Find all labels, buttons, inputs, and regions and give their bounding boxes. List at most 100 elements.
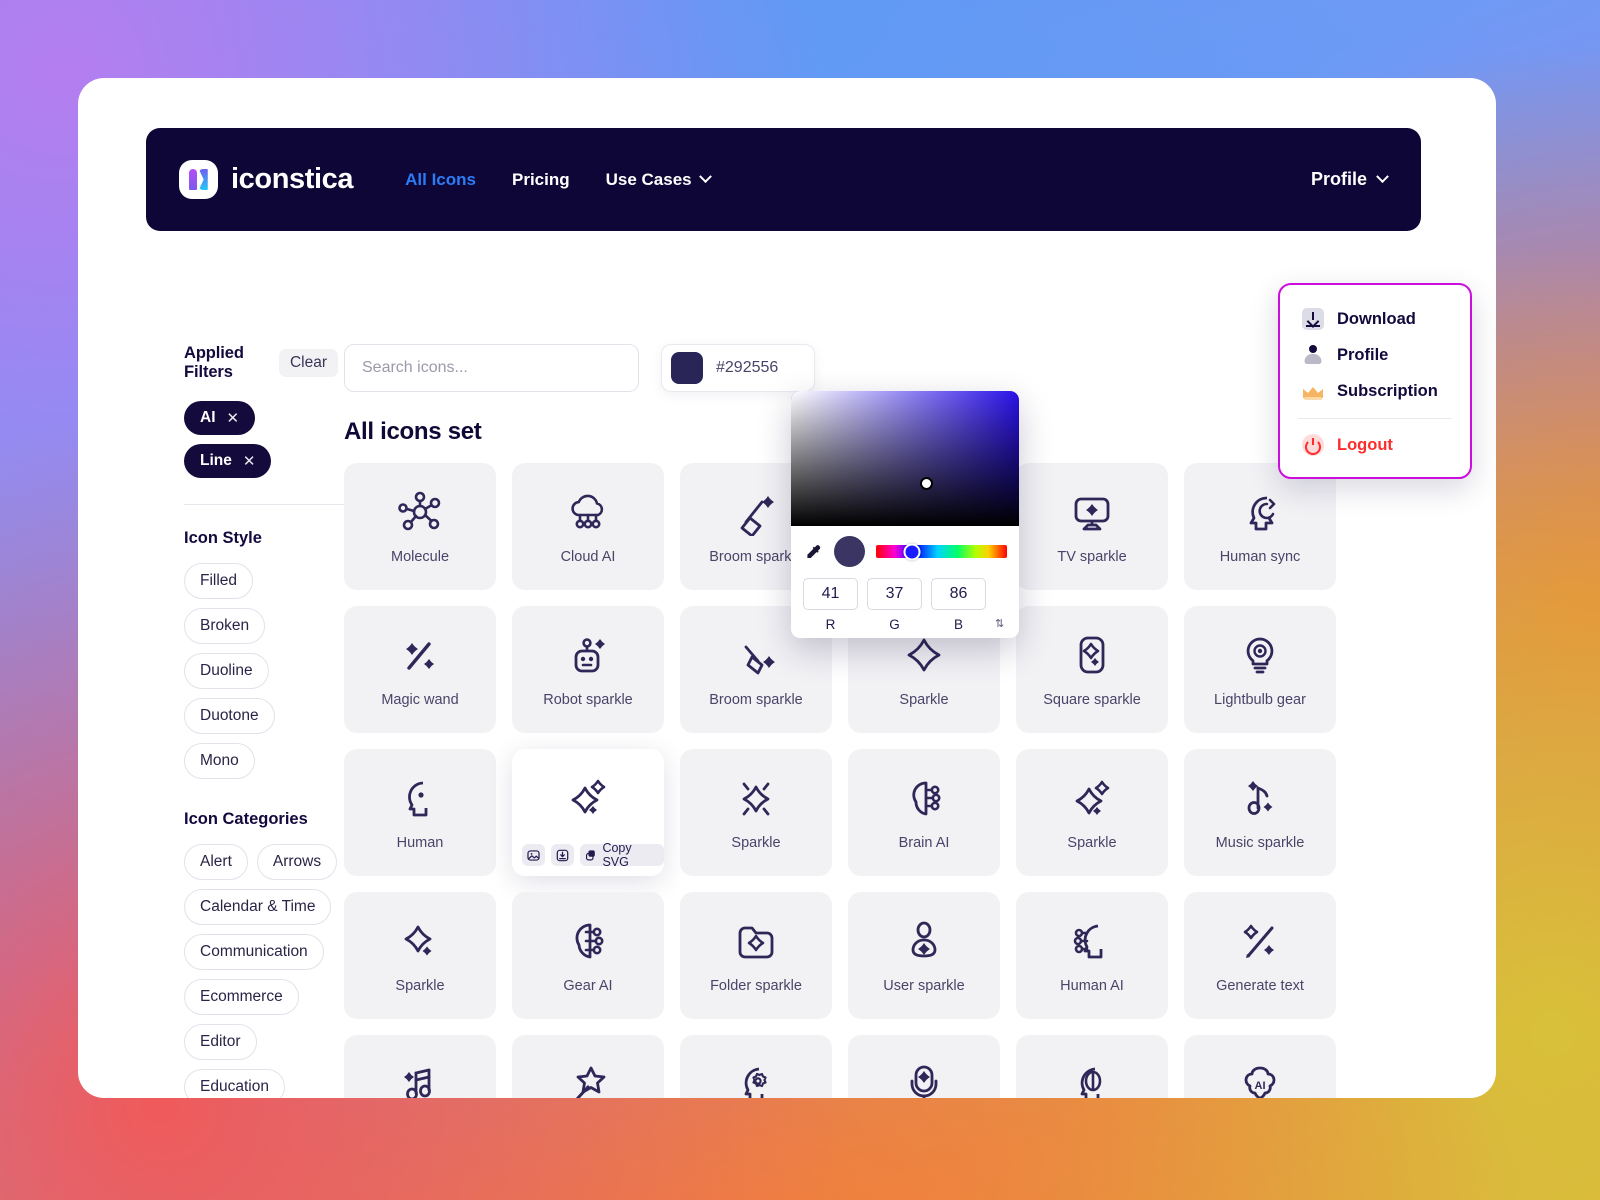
icon-card[interactable]: Human sync bbox=[1184, 463, 1336, 590]
icon-card[interactable]: Magic wand bbox=[512, 1035, 664, 1098]
robot-icon bbox=[574, 638, 605, 673]
icon-card[interactable]: AIBrain AI bbox=[1184, 1035, 1336, 1098]
icon-card-label: Lightbulb gear bbox=[1214, 692, 1306, 708]
nav-right: Profile bbox=[1310, 169, 1389, 190]
icon-card[interactable]: Molecule bbox=[344, 463, 496, 590]
icon-category-ecommerce[interactable]: Ecommerce bbox=[184, 979, 299, 1015]
icon-style-duotone[interactable]: Duotone bbox=[184, 698, 275, 734]
icon-card[interactable]: Square sparkle bbox=[1016, 606, 1168, 733]
icon-card[interactable]: Generate text bbox=[1184, 892, 1336, 1019]
close-icon[interactable]: ✕ bbox=[243, 452, 256, 470]
copy-svg-label: Copy SVG bbox=[602, 841, 632, 869]
chevron-down-icon bbox=[698, 170, 712, 184]
download-icon bbox=[1302, 308, 1324, 330]
icon-card[interactable]: Sparkle bbox=[1016, 749, 1168, 876]
profile-button[interactable]: Profile bbox=[1310, 169, 1389, 190]
blue-input[interactable]: 86 bbox=[931, 578, 986, 610]
icon-categories-title: Icon Categories bbox=[184, 810, 308, 828]
menu-item-subscription[interactable]: Subscription bbox=[1280, 373, 1470, 409]
human-ai-icon bbox=[1073, 924, 1103, 959]
human-sync-icon bbox=[1249, 496, 1276, 531]
clear-filters-button[interactable]: Clear bbox=[278, 349, 338, 377]
applied-filters-title: Applied Filters bbox=[184, 344, 244, 381]
icon-card[interactable]: Magic wand bbox=[344, 606, 496, 733]
search-input[interactable] bbox=[362, 359, 621, 377]
profile-button-label: Profile bbox=[1310, 169, 1367, 189]
menu-item-profile[interactable]: Profile bbox=[1280, 337, 1470, 373]
icon-card[interactable]: Sparkle bbox=[680, 749, 832, 876]
icon-card[interactable]: Human brain bbox=[1016, 1035, 1168, 1098]
icon-card[interactable]: Music sparkle bbox=[344, 1035, 496, 1098]
filter-chip-line[interactable]: Line ✕ bbox=[184, 444, 272, 478]
icon-card[interactable]: Human AI bbox=[1016, 892, 1168, 1019]
sparkle-dual-icon bbox=[571, 779, 606, 814]
bulb-gear-icon bbox=[1246, 637, 1274, 674]
human-icon bbox=[408, 781, 428, 817]
blue-label: B bbox=[953, 617, 963, 632]
broom-icon bbox=[740, 496, 774, 536]
hue-slider[interactable] bbox=[876, 543, 1007, 560]
nav-link-pricing[interactable]: Pricing bbox=[512, 170, 570, 190]
icon-style-broken[interactable]: Broken bbox=[184, 608, 266, 644]
icon-style-duoline[interactable]: Duoline bbox=[184, 653, 269, 689]
color-swatch[interactable] bbox=[671, 352, 703, 384]
icon-category-editor[interactable]: Editor bbox=[184, 1024, 257, 1060]
icon-card[interactable]: Gear AI bbox=[512, 892, 664, 1019]
color-field[interactable]: #292556 bbox=[661, 344, 815, 392]
icon-category-alert[interactable]: Alert bbox=[184, 844, 248, 880]
icon-card[interactable]: Brain AI bbox=[848, 749, 1000, 876]
icon-card[interactable]: Folder sparkle bbox=[680, 892, 832, 1019]
icon-card[interactable]: Lightbulb gear bbox=[1184, 606, 1336, 733]
icon-category-communication[interactable]: Communication bbox=[184, 934, 324, 970]
nav-links: All Icons Pricing Use Cases bbox=[405, 170, 712, 190]
icon-card[interactable]: User sparkle bbox=[848, 892, 1000, 1019]
icon-card-label: Gear AI bbox=[563, 978, 613, 994]
icon-card[interactable]: Music sparkle bbox=[1184, 749, 1336, 876]
preview-image-button[interactable] bbox=[522, 844, 545, 866]
profile-dropdown-menu: Download Profile Subscription Logout bbox=[1278, 283, 1472, 479]
icon-category-arrows[interactable]: Arrows bbox=[256, 844, 338, 880]
icon-card[interactable]: Robot sparkle bbox=[512, 606, 664, 733]
filter-chip-label: AI bbox=[200, 409, 216, 426]
saturation-handle[interactable] bbox=[920, 477, 933, 490]
filter-chip-ai[interactable]: AI ✕ bbox=[184, 401, 256, 435]
copy-svg-button[interactable]: Copy SVG bbox=[580, 841, 664, 869]
icon-card[interactable]: Microphone sparkle bbox=[848, 1035, 1000, 1098]
brain-ai-icon bbox=[912, 781, 941, 816]
icon-card[interactable]: Human gear bbox=[680, 1035, 832, 1098]
color-picker-controls: 41 R 37 G 86 B ⇅ bbox=[791, 526, 1019, 632]
sparkle-dual-icon bbox=[1075, 780, 1110, 815]
nav-link-all-icons[interactable]: All Icons bbox=[405, 170, 476, 190]
icon-card-label: Cloud AI bbox=[560, 549, 616, 565]
download-button[interactable] bbox=[551, 844, 574, 866]
color-picker-popup[interactable]: 41 R 37 G 86 B ⇅ bbox=[791, 391, 1019, 638]
hue-slider-handle[interactable] bbox=[903, 543, 921, 560]
icon-card-label: Square sparkle bbox=[1043, 692, 1141, 708]
icon-card[interactable]: TV sparkle bbox=[1016, 463, 1168, 590]
navbar: iconstica All Icons Pricing Use Cases Pr… bbox=[146, 128, 1421, 231]
close-icon[interactable]: ✕ bbox=[227, 409, 240, 427]
icon-card[interactable]: Sparkle Copy SV bbox=[512, 749, 664, 876]
icon-card[interactable]: Sparkle bbox=[344, 892, 496, 1019]
green-input[interactable]: 37 bbox=[867, 578, 922, 610]
icon-category-education[interactable]: Education bbox=[184, 1069, 285, 1098]
mic-icon bbox=[910, 1065, 938, 1098]
crown-icon bbox=[1302, 380, 1324, 402]
eyedropper-icon[interactable] bbox=[803, 542, 823, 562]
icon-card[interactable]: Human bbox=[344, 749, 496, 876]
menu-item-logout[interactable]: Logout bbox=[1280, 427, 1470, 463]
icon-style-filled[interactable]: Filled bbox=[184, 563, 254, 599]
search-box[interactable] bbox=[344, 344, 639, 392]
brand-logo[interactable]: iconstica bbox=[179, 160, 354, 199]
red-input[interactable]: 41 bbox=[803, 578, 858, 610]
menu-item-download[interactable]: Download bbox=[1280, 301, 1470, 337]
icon-style-options: Filled Broken Duoline Duotone Mono bbox=[184, 563, 338, 779]
saturation-value-area[interactable] bbox=[791, 391, 1019, 526]
icon-style-mono[interactable]: Mono bbox=[184, 743, 255, 779]
nav-link-use-cases[interactable]: Use Cases bbox=[606, 170, 712, 190]
music-beam-icon bbox=[404, 1068, 431, 1098]
color-mode-toggle-icon[interactable]: ⇅ bbox=[995, 583, 1007, 630]
icon-category-calendar-time[interactable]: Calendar & Time bbox=[184, 889, 332, 925]
icon-card[interactable]: Cloud AI bbox=[512, 463, 664, 590]
magic-wand-icon bbox=[406, 642, 434, 670]
